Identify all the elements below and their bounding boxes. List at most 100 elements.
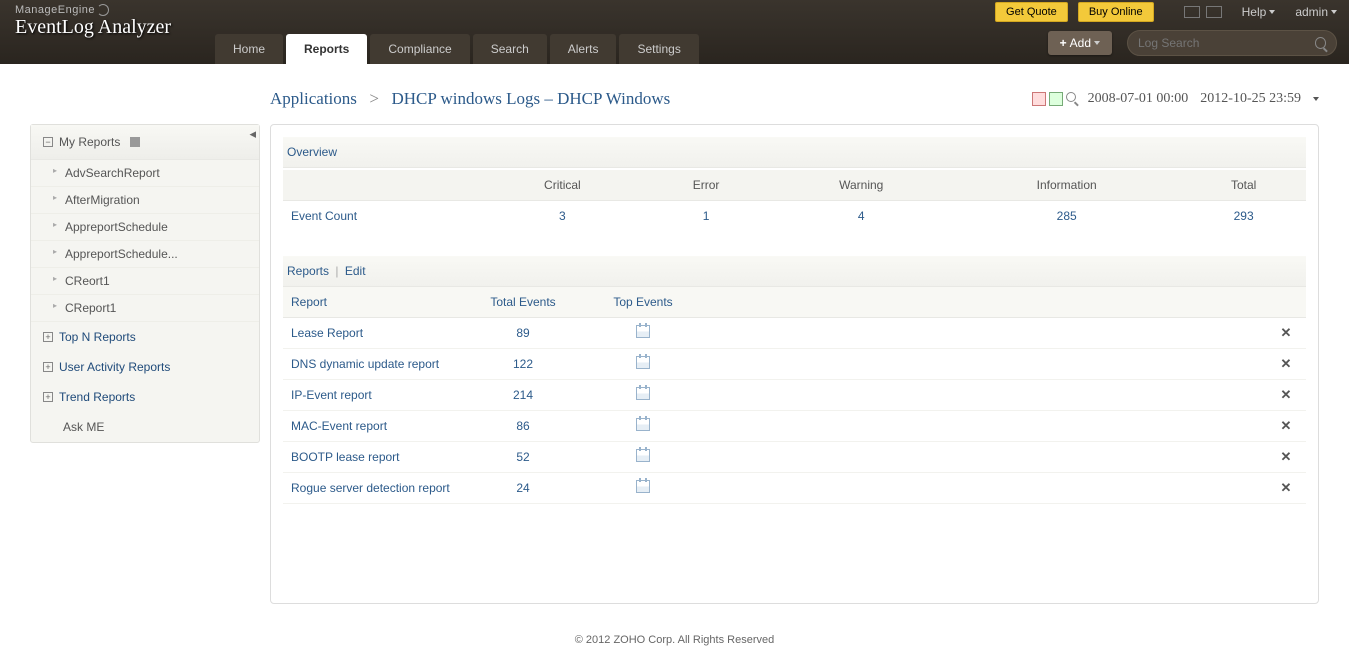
calendar-icon[interactable]: [636, 387, 650, 400]
sidebar-item-appreportschedule[interactable]: AppreportSchedule: [31, 214, 259, 241]
breadcrumb-page: DHCP windows Logs – DHCP Windows: [391, 89, 670, 108]
chevron-down-icon[interactable]: [1313, 97, 1319, 101]
overview-row: Event Count 3 1 4 285 293: [283, 201, 1306, 232]
delete-icon[interactable]: ✕: [1281, 418, 1292, 433]
delete-icon[interactable]: ✕: [1281, 387, 1292, 402]
chevron-down-icon: [1331, 10, 1337, 14]
date-from[interactable]: 2008-07-01 00:00: [1088, 91, 1189, 107]
overview-table: Critical Error Warning Information Total…: [283, 170, 1306, 231]
overview-val-total[interactable]: 293: [1181, 201, 1306, 232]
sidebar-top-n-reports[interactable]: + Top N Reports: [31, 322, 259, 352]
nav-compliance[interactable]: Compliance: [370, 34, 469, 64]
overview-col-error: Error: [642, 170, 771, 201]
overview-val-critical[interactable]: 3: [483, 201, 642, 232]
sidebar-trend-reports[interactable]: + Trend Reports: [31, 382, 259, 412]
delete-icon[interactable]: ✕: [1281, 449, 1292, 464]
log-search-box[interactable]: [1127, 30, 1337, 56]
log-search-input[interactable]: [1138, 36, 1315, 50]
nav-settings[interactable]: Settings: [619, 34, 698, 64]
overview-title: Overview: [283, 137, 1306, 168]
pdf-export-icon[interactable]: [1032, 92, 1046, 106]
report-name[interactable]: DNS dynamic update report: [283, 349, 463, 380]
sidebar-item-creport1[interactable]: CReport1: [31, 295, 259, 322]
sidebar-collapse-toggle[interactable]: ◂: [249, 126, 256, 142]
sidebar-ask-me[interactable]: Ask ME: [31, 412, 259, 442]
expand-icon: +: [43, 332, 53, 342]
reports-section-header: Reports | Edit: [283, 256, 1306, 287]
expand-icon: +: [43, 392, 53, 402]
reports-col-total: Total Events: [463, 287, 583, 318]
calendar-icon[interactable]: [636, 480, 650, 493]
overview-col-information: Information: [952, 170, 1181, 201]
help-menu[interactable]: Help: [1242, 5, 1276, 19]
report-total[interactable]: 52: [463, 442, 583, 473]
breadcrumb: Applications > DHCP windows Logs – DHCP …: [270, 89, 670, 109]
report-total[interactable]: 86: [463, 411, 583, 442]
date-controls: 2008-07-01 00:00 2012-10-25 23:59: [1032, 91, 1319, 107]
table-row: DNS dynamic update report122 ✕: [283, 349, 1306, 380]
overview-val-error[interactable]: 1: [642, 201, 771, 232]
delete-icon[interactable]: ✕: [1281, 480, 1292, 495]
content-area: Applications > DHCP windows Logs – DHCP …: [260, 64, 1349, 619]
get-quote-button[interactable]: Get Quote: [995, 2, 1068, 22]
table-row: MAC-Event report86 ✕: [283, 411, 1306, 442]
report-name[interactable]: Rogue server detection report: [283, 473, 463, 504]
nav-home[interactable]: Home: [215, 34, 283, 64]
nav-search[interactable]: Search: [473, 34, 547, 64]
calendar-icon[interactable]: [636, 418, 650, 431]
add-report-icon[interactable]: [130, 137, 140, 147]
add-button[interactable]: +Add: [1048, 31, 1112, 55]
breadcrumb-root[interactable]: Applications: [270, 89, 357, 108]
brand-logo: ManageEngine EventLog Analyzer: [15, 4, 171, 39]
calendar-icon[interactable]: [636, 325, 650, 338]
delete-icon[interactable]: ✕: [1281, 325, 1292, 340]
dashboard-icon[interactable]: [1206, 6, 1222, 18]
report-total[interactable]: 122: [463, 349, 583, 380]
report-name[interactable]: IP-Event report: [283, 380, 463, 411]
delete-icon[interactable]: ✕: [1281, 356, 1292, 371]
chevron-down-icon: [1094, 41, 1100, 45]
edit-tab[interactable]: Edit: [345, 264, 366, 278]
report-total[interactable]: 214: [463, 380, 583, 411]
overview-row-label: Event Count: [283, 201, 483, 232]
zoom-icon[interactable]: [1066, 92, 1076, 102]
report-name[interactable]: Lease Report: [283, 318, 463, 349]
report-name[interactable]: BOOTP lease report: [283, 442, 463, 473]
search-icon[interactable]: [1315, 37, 1326, 49]
admin-menu[interactable]: admin: [1295, 5, 1337, 19]
sidebar-item-creort1[interactable]: CReort1: [31, 268, 259, 295]
nav-alerts[interactable]: Alerts: [550, 34, 617, 64]
report-total[interactable]: 24: [463, 473, 583, 504]
report-total[interactable]: 89: [463, 318, 583, 349]
sidebar-item-aftermigration[interactable]: AfterMigration: [31, 187, 259, 214]
nav-reports[interactable]: Reports: [286, 34, 367, 64]
sidebar-item-appreportschedule2[interactable]: AppreportSchedule...: [31, 241, 259, 268]
calendar-icon[interactable]: [636, 449, 650, 462]
table-row: IP-Event report214 ✕: [283, 380, 1306, 411]
table-row: Lease Report89 ✕: [283, 318, 1306, 349]
table-row: Rogue server detection report24 ✕: [283, 473, 1306, 504]
reports-tab[interactable]: Reports: [287, 264, 329, 278]
sidebar-item-advsearch[interactable]: AdvSearchReport: [31, 160, 259, 187]
reports-col-top: Top Events: [583, 287, 703, 318]
content-panel: Overview Critical Error Warning Informat…: [270, 124, 1319, 604]
report-name[interactable]: MAC-Event report: [283, 411, 463, 442]
monitor-icon[interactable]: [1184, 6, 1200, 18]
collapse-icon: −: [43, 137, 53, 147]
overview-val-warning[interactable]: 4: [770, 201, 952, 232]
main-nav: Home Reports Compliance Search Alerts Se…: [215, 34, 699, 64]
top-header: Get Quote Buy Online Help admin ManageEn…: [0, 0, 1349, 64]
calendar-icon[interactable]: [636, 356, 650, 369]
overview-col-total: Total: [1181, 170, 1306, 201]
csv-export-icon[interactable]: [1049, 92, 1063, 106]
overview-val-information[interactable]: 285: [952, 201, 1181, 232]
sidebar-user-activity-reports[interactable]: + User Activity Reports: [31, 352, 259, 382]
sidebar-my-reports[interactable]: − My Reports: [31, 125, 259, 160]
reports-col-report: Report: [283, 287, 463, 318]
overview-col-warning: Warning: [770, 170, 952, 201]
buy-online-button[interactable]: Buy Online: [1078, 2, 1154, 22]
chevron-down-icon: [1269, 10, 1275, 14]
date-to[interactable]: 2012-10-25 23:59: [1200, 91, 1301, 107]
table-row: BOOTP lease report52 ✕: [283, 442, 1306, 473]
top-right-bar: Get Quote Buy Online Help admin: [983, 0, 1349, 24]
